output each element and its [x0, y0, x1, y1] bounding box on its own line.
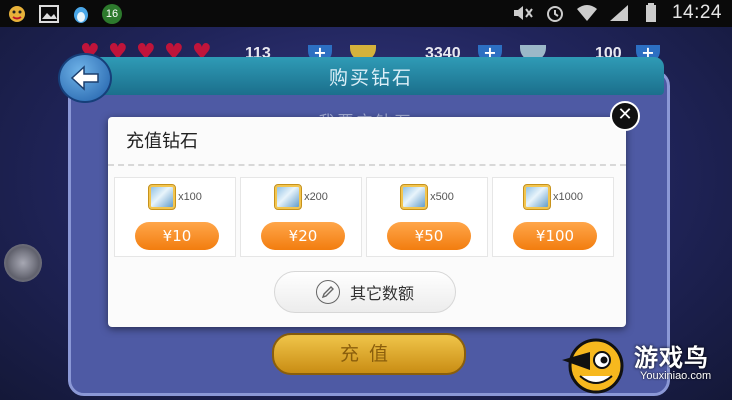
gallery-icon: [38, 3, 60, 25]
diamond-icon: [400, 184, 429, 210]
arrow-left-icon: [70, 65, 99, 91]
recharge-option[interactable]: x1000 ¥100: [492, 177, 614, 257]
recharge-option[interactable]: x100 ¥10: [114, 177, 236, 257]
price-button[interactable]: ¥50: [387, 222, 471, 250]
recharge-dialog: 充值钻石 x100 ¥10 x200 ¥20 x500 ¥50 x1000 ¥1…: [108, 117, 626, 327]
dialog-title: 充值钻石: [126, 131, 198, 152]
alarm-icon: [544, 2, 566, 24]
watermark: 游戏鸟 Youxiniao.com: [560, 330, 730, 396]
diamond-icon: [148, 184, 177, 210]
diamond-icon: [523, 184, 551, 210]
back-button[interactable]: [58, 53, 112, 103]
bird-logo-icon: [562, 338, 624, 394]
penguin-icon: [70, 3, 92, 25]
buy-diamond-header: 购买钻石: [78, 57, 664, 95]
diamond-icon: [274, 184, 303, 210]
wifi-icon: [576, 2, 598, 24]
diamond-quantity: x200: [304, 191, 328, 203]
recharge-button[interactable]: 充值: [272, 333, 466, 375]
floating-assist-button[interactable]: [4, 244, 42, 282]
price-button[interactable]: ¥10: [135, 222, 219, 250]
price-button[interactable]: ¥100: [513, 222, 597, 250]
buy-diamond-title: 购买钻石: [328, 67, 413, 89]
diamond-quantity: x1000: [553, 191, 583, 203]
price-button[interactable]: ¥20: [261, 222, 345, 250]
diamond-quantity: x500: [430, 191, 454, 203]
status-bar: 16 14:24: [0, 0, 732, 27]
other-amount-label: 其它数额: [349, 284, 414, 303]
recharge-option[interactable]: x500 ¥50: [366, 177, 488, 257]
qq-icon: [6, 3, 28, 25]
watermark-url: Youxiniao.com: [640, 370, 712, 382]
recharge-option[interactable]: x200 ¥20: [240, 177, 362, 257]
notification-badge: 16: [102, 4, 122, 24]
pencil-icon: [315, 280, 340, 304]
other-amount-button[interactable]: 其它数额: [274, 271, 456, 313]
clock: 14:24: [671, 2, 722, 23]
mute-icon: [512, 2, 534, 24]
recharge-options: x100 ¥10 x200 ¥20 x500 ¥50 x1000 ¥100: [114, 177, 620, 257]
close-dialog-button[interactable]: ✕: [610, 101, 640, 131]
signal-icon: [608, 2, 630, 24]
battery-icon: [640, 2, 662, 24]
dialog-divider: [108, 164, 626, 166]
diamond-quantity: x100: [178, 191, 202, 203]
watermark-brand: 游戏鸟: [634, 344, 709, 372]
